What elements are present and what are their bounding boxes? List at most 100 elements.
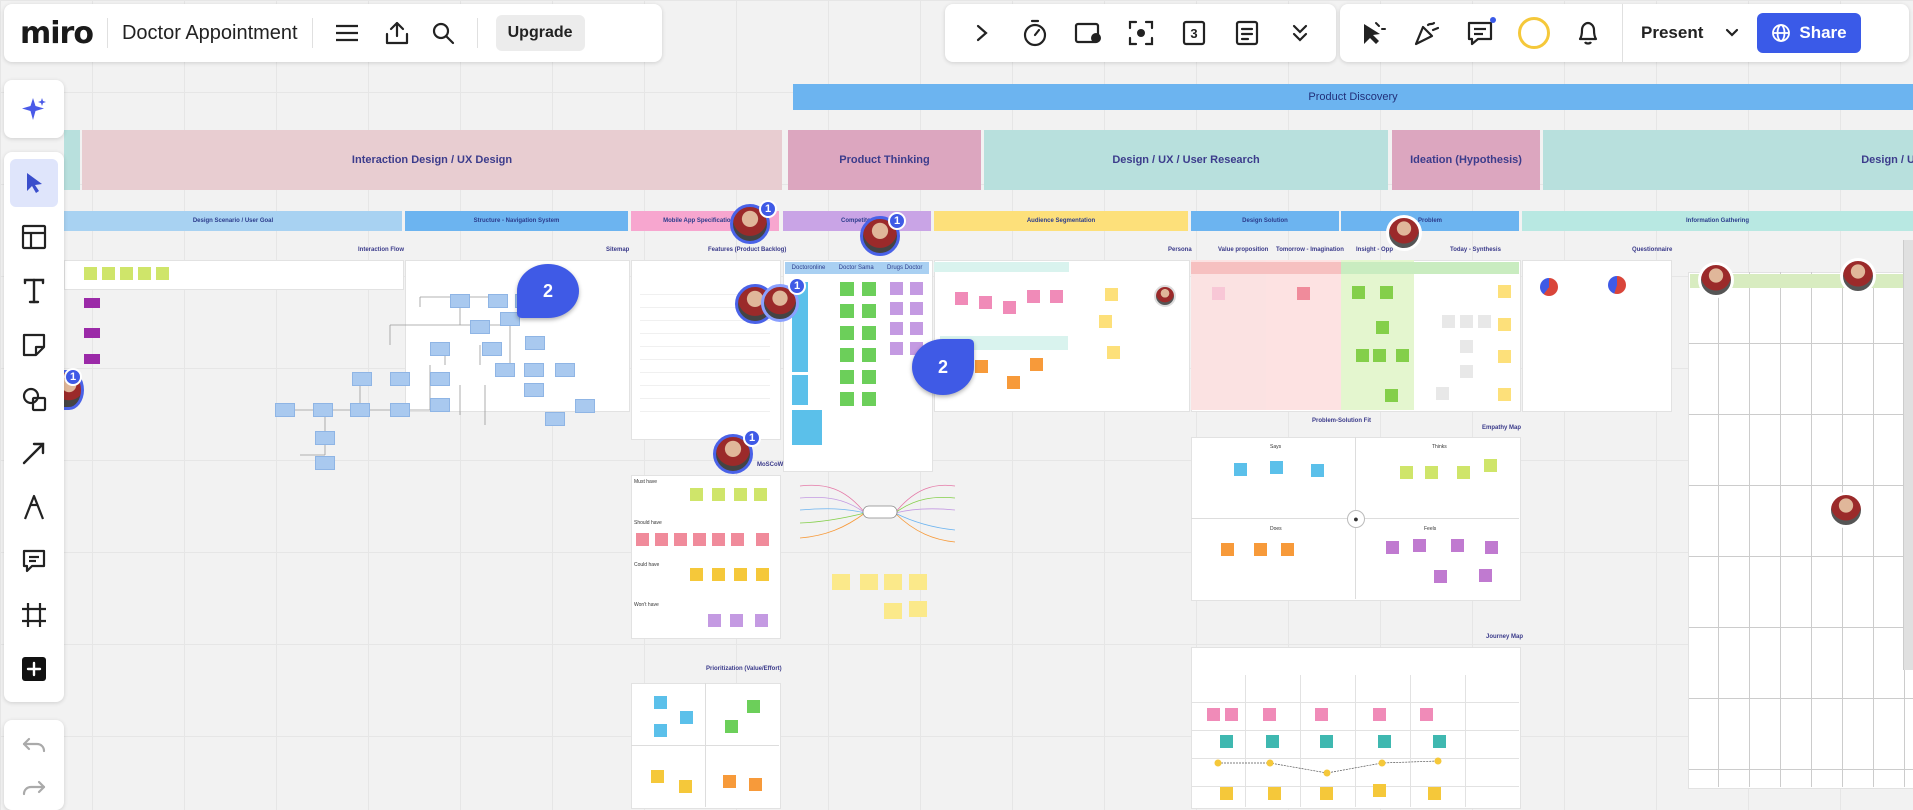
sticky-note[interactable] <box>1263 708 1276 721</box>
sticky-note[interactable] <box>636 533 649 546</box>
band-product-discovery[interactable]: Product Discovery <box>793 84 1913 110</box>
section-interaction-design[interactable]: Interaction Design / UX Design <box>82 130 782 190</box>
collaborator-cursor-avatar[interactable] <box>1840 258 1876 294</box>
sticky-note[interactable] <box>1311 464 1324 477</box>
sitemap-node[interactable] <box>524 383 544 397</box>
more-tools-button[interactable] <box>1280 13 1320 53</box>
present-button[interactable]: Present <box>1623 23 1717 43</box>
pen-tool[interactable] <box>10 483 58 531</box>
sticky-note[interactable] <box>1425 466 1438 479</box>
sticky-note[interactable] <box>1451 539 1464 552</box>
sitemap-node[interactable] <box>275 403 295 417</box>
canvas-scrollbar[interactable] <box>1903 240 1913 670</box>
section-design-ux-2[interactable]: Design / U <box>1543 130 1913 190</box>
reactions-button[interactable] <box>1406 13 1446 53</box>
sticky-note[interactable] <box>1105 288 1118 301</box>
sitemap-node[interactable] <box>470 320 490 334</box>
sticky-note[interactable] <box>1484 459 1497 472</box>
sticky-note[interactable] <box>1378 735 1391 748</box>
sticky-note[interactable] <box>1270 461 1283 474</box>
subsection-competitor[interactable]: Competitor <box>783 211 931 231</box>
sticky-note[interactable] <box>1460 340 1473 353</box>
notes-button[interactable] <box>1227 13 1267 53</box>
sticky-note[interactable] <box>1428 787 1441 800</box>
sticky-note[interactable] <box>1479 569 1492 582</box>
board-canvas[interactable]: Product Discovery Interaction Design / U… <box>0 0 1913 809</box>
voting-button[interactable] <box>1068 13 1108 53</box>
connection-line-tool[interactable] <box>10 429 58 477</box>
sticky-note[interactable] <box>651 770 664 783</box>
sticky-note[interactable] <box>756 533 769 546</box>
sticky-note[interactable] <box>1498 350 1511 363</box>
sticky-note[interactable] <box>1386 541 1399 554</box>
sticky-note[interactable] <box>1413 539 1426 552</box>
sticky-note[interactable] <box>909 601 927 617</box>
timer-button[interactable] <box>1015 13 1055 53</box>
sitemap-node[interactable] <box>524 363 544 377</box>
sticky-note[interactable] <box>84 267 97 280</box>
sticky-note[interactable] <box>884 574 902 590</box>
sticky-note[interactable] <box>1234 463 1247 476</box>
flow-node[interactable] <box>84 328 100 338</box>
sticky-note[interactable] <box>909 574 927 590</box>
sticky-note[interactable] <box>655 533 668 546</box>
more-apps-button[interactable] <box>10 645 58 693</box>
subsection-design-scenario[interactable]: Design Scenario / User Goal <box>64 211 402 231</box>
sitemap-node[interactable] <box>545 412 565 426</box>
competitor-green-grid[interactable] <box>840 282 876 414</box>
present-options-button[interactable] <box>1717 13 1747 53</box>
comment-cluster[interactable]: 2 <box>517 264 579 318</box>
sticky-note[interactable] <box>1396 349 1409 362</box>
collaborator-cursor-avatar[interactable] <box>1828 492 1864 528</box>
sticky-note[interactable] <box>734 568 747 581</box>
sticky-note[interactable] <box>1220 735 1233 748</box>
sticky-note[interactable] <box>1376 321 1389 334</box>
notifications-button[interactable] <box>1568 13 1608 53</box>
comment-badge[interactable]: 1 <box>743 429 761 447</box>
sticky-note[interactable] <box>1320 787 1333 800</box>
collaborator-cursor-avatar[interactable] <box>1386 215 1422 251</box>
sticky-note[interactable] <box>102 267 115 280</box>
sitemap-node[interactable] <box>555 363 575 377</box>
undo-button[interactable] <box>10 728 58 765</box>
sitemap-node[interactable] <box>390 372 410 386</box>
sticky-note[interactable] <box>712 488 725 501</box>
section-product-thinking[interactable]: Product Thinking <box>788 130 981 190</box>
sitemap-node[interactable] <box>525 336 545 350</box>
comments-button[interactable] <box>1460 13 1500 53</box>
sticky-note[interactable] <box>730 614 743 627</box>
subsection-structure[interactable]: Structure - Navigation System <box>405 211 628 231</box>
ai-sparkle-button[interactable] <box>10 85 58 133</box>
section-ideation[interactable]: Ideation (Hypothesis) <box>1392 130 1540 190</box>
sticky-note[interactable] <box>1400 466 1413 479</box>
sticky-note[interactable] <box>1266 735 1279 748</box>
flow-node[interactable] <box>84 298 100 308</box>
sticky-note[interactable] <box>749 778 762 791</box>
section-design-research[interactable]: Design / UX / User Research <box>984 130 1388 190</box>
sitemap-node[interactable] <box>430 372 450 386</box>
frames-counter-button[interactable]: 3 <box>1174 13 1214 53</box>
comment-tool[interactable] <box>10 537 58 585</box>
sticky-note[interactable] <box>832 574 850 590</box>
sticky-note[interactable] <box>693 533 706 546</box>
sticky-note[interactable] <box>1433 735 1446 748</box>
sitemap-node[interactable] <box>390 403 410 417</box>
sticky-note[interactable] <box>734 488 747 501</box>
sticky-note[interactable] <box>120 267 133 280</box>
sticky-note[interactable] <box>1050 290 1063 303</box>
sitemap-node[interactable] <box>350 403 370 417</box>
sitemap-node[interactable] <box>430 398 450 412</box>
sticky-note[interactable] <box>1281 543 1294 556</box>
shapes-tool[interactable] <box>10 375 58 423</box>
sitemap-node[interactable] <box>495 363 515 377</box>
sitemap-node[interactable] <box>430 342 450 356</box>
sitemap-node[interactable] <box>315 431 335 445</box>
miro-logo[interactable]: miro <box>20 16 94 51</box>
sticky-note[interactable] <box>1436 387 1449 400</box>
sticky-note[interactable] <box>1099 315 1112 328</box>
sticky-note[interactable] <box>1498 318 1511 331</box>
sticky-note[interactable] <box>1254 543 1267 556</box>
subsection-problem[interactable]: Problem <box>1341 211 1519 231</box>
sticky-note[interactable] <box>654 724 667 737</box>
sticky-note[interactable] <box>1320 735 1333 748</box>
